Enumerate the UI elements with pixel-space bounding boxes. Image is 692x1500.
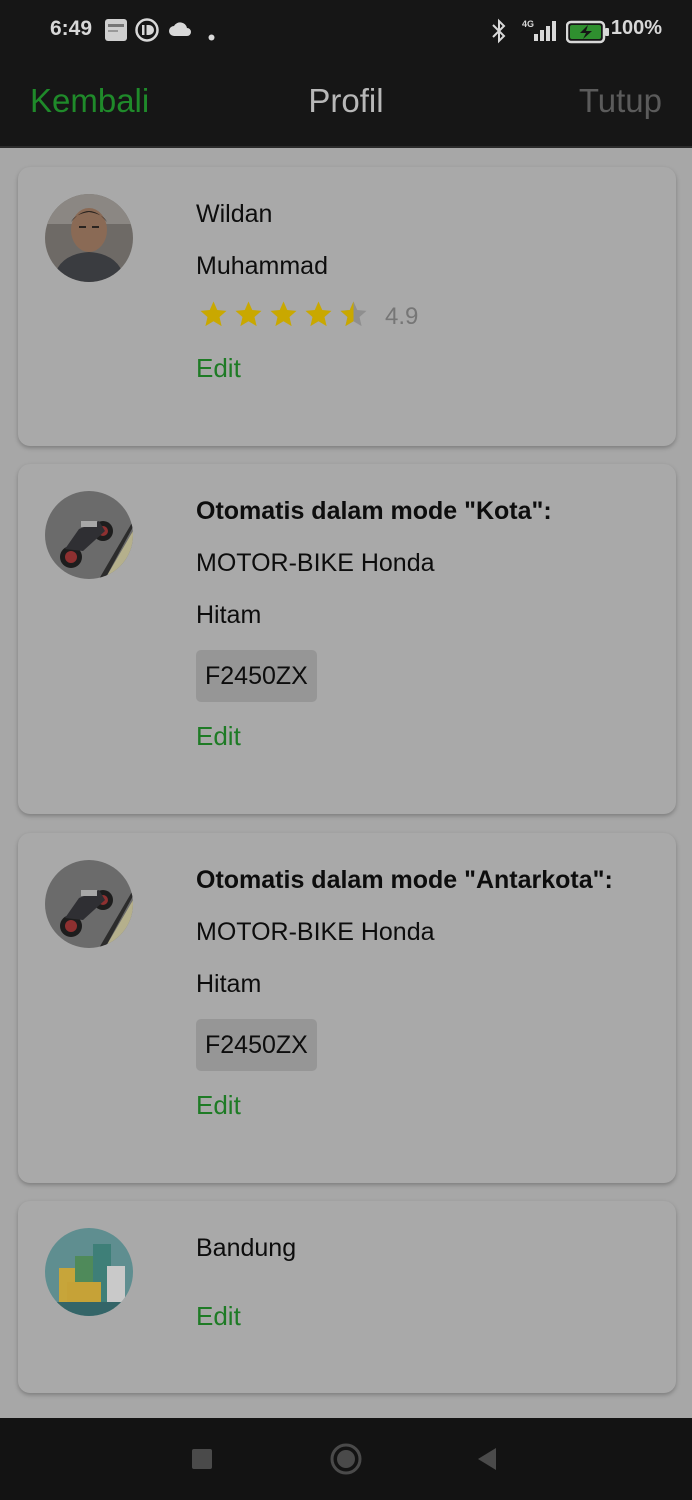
profile-card: Wildan Muhammad 4.9 Edit [18, 167, 676, 446]
vehicle-card-antarkota: Otomatis dalam mode "Antarkota": MOTOR-B… [18, 833, 676, 1183]
close-button[interactable]: Tutup [579, 82, 662, 120]
vehicle-model: MOTOR-BIKE Honda [196, 918, 435, 946]
id-icon [135, 18, 159, 47]
profile-first-name: Wildan [196, 200, 273, 228]
vehicle-color: Hitam [196, 970, 262, 998]
rating-value: 4.9 [385, 303, 419, 330]
back-button[interactable]: Kembali [30, 82, 149, 120]
edit-vehicle-antarkota-link[interactable]: Edit [196, 1090, 241, 1121]
signal-icon: 4G [520, 16, 558, 49]
edit-vehicle-kota-link[interactable]: Edit [196, 721, 241, 752]
vehicle-color: Hitam [196, 601, 262, 629]
gallery-icon [104, 18, 128, 47]
profile-last-name: Muhammad [196, 252, 328, 280]
home-icon[interactable] [325, 1438, 367, 1480]
license-plate: F2450ZX [196, 650, 317, 702]
bluetooth-icon [490, 17, 508, 50]
cloud-icon [168, 21, 192, 42]
license-plate: F2450ZX [196, 1019, 317, 1071]
star-half-icon [340, 301, 367, 327]
battery-charging-icon [565, 20, 610, 49]
network-type: 4G [522, 19, 534, 29]
back-nav-icon[interactable] [466, 1438, 508, 1480]
star-icon [270, 301, 297, 327]
vehicle-mode-label: Otomatis dalam mode "Antarkota": [196, 866, 613, 894]
star-icon [305, 301, 332, 327]
star-rating: 4.9 [196, 299, 419, 330]
vehicle-card-kota: Otomatis dalam mode "Kota": MOTOR-BIKE H… [18, 464, 676, 814]
app-bar: Kembali Profil Tutup [0, 62, 692, 148]
vehicle-avatar [45, 491, 133, 579]
system-nav-bar [0, 1418, 692, 1500]
star-icon [235, 301, 262, 327]
edit-profile-link[interactable]: Edit [196, 353, 241, 384]
city-card: Bandung Edit [18, 1201, 676, 1393]
recents-icon[interactable] [181, 1438, 223, 1480]
vehicle-avatar [45, 860, 133, 948]
star-icon [200, 301, 227, 327]
battery-percent: 100% [610, 17, 662, 39]
city-name: Bandung [196, 1234, 297, 1262]
dot-icon [208, 28, 215, 46]
status-bar: 6:49 4G 100% [0, 0, 692, 62]
vehicle-model: MOTOR-BIKE Honda [196, 549, 435, 577]
edit-city-link[interactable]: Edit [196, 1301, 241, 1332]
avatar [45, 194, 133, 282]
status-time: 6:49 [50, 17, 93, 40]
city-avatar [45, 1228, 133, 1316]
vehicle-mode-label: Otomatis dalam mode "Kota": [196, 497, 552, 525]
